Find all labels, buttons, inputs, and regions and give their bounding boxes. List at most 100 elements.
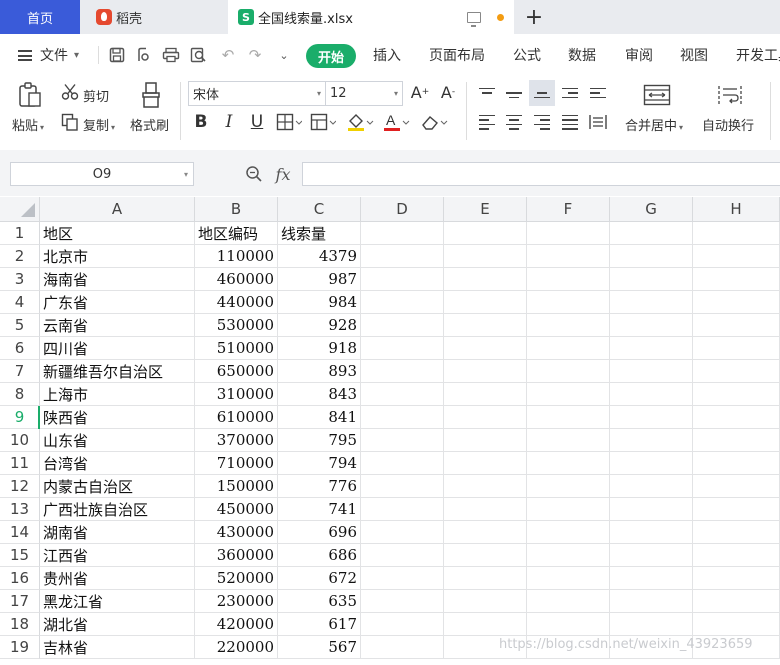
format-painter-button[interactable]: 格式刷 (130, 115, 169, 134)
wrap-text-icon[interactable] (714, 82, 746, 108)
export-icon[interactable] (134, 46, 152, 64)
cell-d2[interactable] (361, 245, 444, 268)
cell-e9[interactable] (444, 406, 527, 429)
cell-h5[interactable] (693, 314, 780, 337)
cell-g12[interactable] (610, 475, 693, 498)
cell-b10[interactable]: 370000 (195, 429, 278, 452)
cell-f2[interactable] (527, 245, 610, 268)
cell-a4[interactable]: 广东省 (40, 291, 195, 314)
cell-c8[interactable]: 843 (278, 383, 361, 406)
column-header-f[interactable]: F (527, 197, 610, 222)
row-header[interactable]: 17 (0, 590, 40, 613)
cell-d4[interactable] (361, 291, 444, 314)
cell-d8[interactable] (361, 383, 444, 406)
menu-formulas[interactable]: 公式 (513, 38, 541, 72)
column-header-c[interactable]: C (278, 197, 361, 222)
cell-h1[interactable] (693, 222, 780, 245)
cell-e11[interactable] (444, 452, 527, 475)
cell-e13[interactable] (444, 498, 527, 521)
cell-h8[interactable] (693, 383, 780, 406)
cell-a8[interactable]: 上海市 (40, 383, 195, 406)
cell-g18[interactable] (610, 613, 693, 636)
cell-b18[interactable]: 420000 (195, 613, 278, 636)
cell-c14[interactable]: 696 (278, 521, 361, 544)
menu-insert[interactable]: 插入 (373, 38, 401, 72)
cell-g7[interactable] (610, 360, 693, 383)
cell-f9[interactable] (527, 406, 610, 429)
align-center-icon[interactable] (501, 109, 527, 135)
cell-h10[interactable] (693, 429, 780, 452)
cell-d10[interactable] (361, 429, 444, 452)
cell-g13[interactable] (610, 498, 693, 521)
align-top-icon[interactable] (474, 80, 500, 106)
cell-g11[interactable] (610, 452, 693, 475)
cell-b16[interactable]: 520000 (195, 567, 278, 590)
align-bottom-icon[interactable] (529, 80, 555, 106)
row-header[interactable]: 13 (0, 498, 40, 521)
cell-a17[interactable]: 黑龙江省 (40, 590, 195, 613)
cell-h16[interactable] (693, 567, 780, 590)
row-header[interactable]: 18 (0, 613, 40, 636)
cell-e6[interactable] (444, 337, 527, 360)
undo-icon[interactable]: ↶ (219, 46, 237, 64)
merge-center-icon[interactable] (641, 82, 673, 108)
select-all-corner[interactable] (0, 197, 40, 222)
cell-g1[interactable] (610, 222, 693, 245)
cell-a3[interactable]: 海南省 (40, 268, 195, 291)
cell-c16[interactable]: 672 (278, 567, 361, 590)
cell-e4[interactable] (444, 291, 527, 314)
cell-d11[interactable] (361, 452, 444, 475)
cell-a7[interactable]: 新疆维吾尔自治区 (40, 360, 195, 383)
align-middle-icon[interactable] (501, 80, 527, 106)
cell-c11[interactable]: 794 (278, 452, 361, 475)
row-header[interactable]: 7 (0, 360, 40, 383)
print-preview-icon[interactable] (190, 46, 208, 64)
cell-b14[interactable]: 430000 (195, 521, 278, 544)
cell-f14[interactable] (527, 521, 610, 544)
cut-button[interactable]: 剪切 (83, 86, 109, 105)
increase-font-icon[interactable]: A + (408, 80, 432, 104)
cell-c9[interactable]: 841 (278, 406, 361, 429)
cell-c5[interactable]: 928 (278, 314, 361, 337)
new-tab-button[interactable]: + (514, 0, 554, 34)
cell-b2[interactable]: 110000 (195, 245, 278, 268)
save-icon[interactable] (108, 46, 126, 64)
cell-c13[interactable]: 741 (278, 498, 361, 521)
cell-a14[interactable]: 湖南省 (40, 521, 195, 544)
column-header-a[interactable]: A (40, 197, 195, 222)
font-color-icon[interactable]: A (380, 110, 412, 134)
cell-e3[interactable] (444, 268, 527, 291)
cell-h7[interactable] (693, 360, 780, 383)
menu-developer[interactable]: 开发工具 (736, 38, 780, 72)
cell-c3[interactable]: 987 (278, 268, 361, 291)
row-header[interactable]: 19 (0, 636, 40, 659)
cell-c2[interactable]: 4379 (278, 245, 361, 268)
cell-f17[interactable] (527, 590, 610, 613)
cell-f4[interactable] (527, 291, 610, 314)
cell-d12[interactable] (361, 475, 444, 498)
row-header[interactable]: 4 (0, 291, 40, 314)
menu-data[interactable]: 数据 (568, 38, 596, 72)
cell-h2[interactable] (693, 245, 780, 268)
cell-h17[interactable] (693, 590, 780, 613)
cell-b12[interactable]: 150000 (195, 475, 278, 498)
zoom-icon[interactable] (244, 164, 264, 184)
cell-h12[interactable] (693, 475, 780, 498)
scissors-icon[interactable] (60, 82, 80, 102)
row-header[interactable]: 12 (0, 475, 40, 498)
row-header[interactable]: 8 (0, 383, 40, 406)
cell-a9[interactable]: 陕西省 (40, 406, 195, 429)
row-header[interactable]: 16 (0, 567, 40, 590)
tab-file[interactable]: S 全国线索量.xlsx (228, 0, 514, 34)
cell-d13[interactable] (361, 498, 444, 521)
cell-b7[interactable]: 650000 (195, 360, 278, 383)
cell-b19[interactable]: 220000 (195, 636, 278, 659)
monitor-icon[interactable] (467, 11, 481, 27)
cell-g3[interactable] (610, 268, 693, 291)
cell-f8[interactable] (527, 383, 610, 406)
paste-icon[interactable] (14, 80, 46, 110)
column-header-b[interactable]: B (195, 197, 278, 222)
menu-view[interactable]: 视图 (680, 38, 708, 72)
cell-d15[interactable] (361, 544, 444, 567)
row-header[interactable]: 9 (0, 406, 40, 429)
